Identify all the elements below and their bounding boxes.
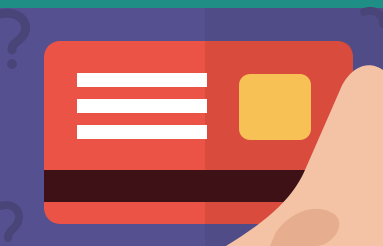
- card-line: [77, 125, 207, 139]
- card-illustration: [0, 0, 383, 246]
- chip: [239, 74, 311, 140]
- card-line: [77, 73, 207, 87]
- illustration-scene: [0, 0, 383, 246]
- top-band: [0, 0, 383, 8]
- card-line: [77, 99, 207, 113]
